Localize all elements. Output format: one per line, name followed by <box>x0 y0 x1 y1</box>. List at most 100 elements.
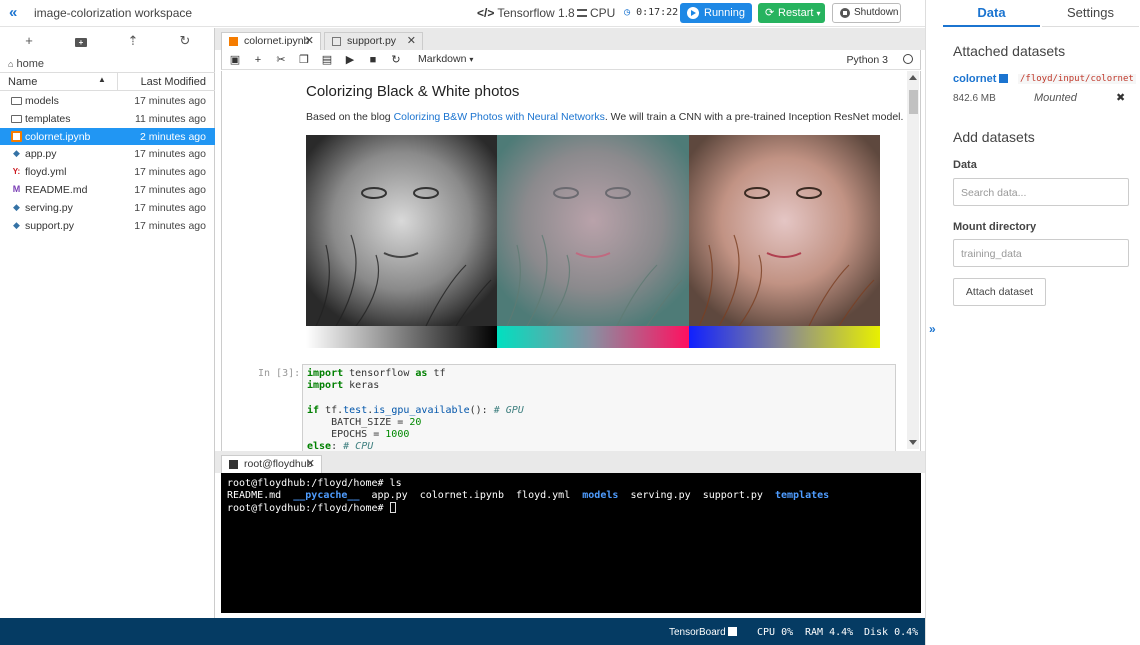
back-chevrons-icon[interactable]: « <box>9 5 27 21</box>
insert-cell-icon[interactable]: + <box>251 53 265 67</box>
status-bar: TensorBoard CPU 0% RAM 4.4% Disk 0.4% <box>0 618 925 645</box>
tab-data[interactable]: Data <box>943 0 1040 27</box>
terminal-file-entry: colornet.ipynb <box>419 489 504 501</box>
tab-settings[interactable]: Settings <box>1042 0 1139 27</box>
data-label: Data <box>953 159 977 171</box>
terminal-file-entry: support.py <box>702 489 763 501</box>
scroll-up-icon[interactable] <box>909 75 917 80</box>
disk-usage: Disk 0.4% <box>864 627 919 638</box>
file-list: models 17 minutes ago templates 11 minutes … <box>0 92 215 234</box>
terminal-icon <box>229 460 238 469</box>
file-row[interactable]: models 17 minutes ago <box>0 92 215 110</box>
close-icon[interactable]: ✕ <box>407 33 416 50</box>
file-list-header: Name ▲ Last Modified <box>0 72 215 91</box>
new-launcher-icon[interactable]: + <box>22 34 36 48</box>
cut-icon[interactable]: ✂ <box>274 53 288 67</box>
file-row[interactable]: ◆ support.py 17 minutes ago <box>0 217 215 235</box>
tab-support-py[interactable]: support.py ✕ <box>324 32 423 50</box>
stop-icon <box>840 8 850 18</box>
terminal-file-entry: serving.py <box>630 489 691 501</box>
file-row[interactable]: ◆ serving.py 17 minutes ago <box>0 199 215 217</box>
interrupt-icon[interactable]: ■ <box>366 53 380 67</box>
notebook-scrollbar[interactable] <box>907 71 919 449</box>
close-icon[interactable]: ✕ <box>306 456 315 473</box>
terminal-file-entry: app.py <box>371 489 408 501</box>
refresh-icon: ⟳ <box>765 7 775 19</box>
terminal-file-entry: README.md <box>227 489 282 501</box>
collapse-panel-toggle[interactable]: » <box>925 0 941 645</box>
attached-datasets-heading: Attached datasets <box>953 43 1066 59</box>
file-modified: 17 minutes ago <box>134 219 206 232</box>
file-modified: 2 minutes ago <box>140 130 206 143</box>
code-token: keras <box>343 380 380 392</box>
data-search-input[interactable]: Search data... <box>953 178 1129 206</box>
terminal-file-entry: floyd.yml <box>516 489 571 501</box>
cell-type-select[interactable]: Markdown ▾ <box>418 53 473 65</box>
tensorboard-link[interactable]: TensorBoard <box>669 627 738 638</box>
code-token: EPOCHS = <box>307 429 386 441</box>
folder-icon <box>11 114 22 123</box>
notebook-toolbar: ▣ + ✂ ❐ ▤ ▶ ■ ↻ Markdown ▾ Python 3 <box>221 50 921 70</box>
running-label: Running <box>704 7 745 19</box>
code-token: if <box>307 404 320 416</box>
dataset-status: Mounted <box>1034 92 1077 104</box>
desc-prefix: Based on the blog <box>306 111 394 123</box>
terminal-output[interactable]: root@floydhub:/floyd/home# ls README.md … <box>221 473 921 613</box>
file-row[interactable]: Y: floyd.yml 17 minutes ago <box>0 163 215 181</box>
save-icon[interactable]: ▣ <box>228 53 242 67</box>
tensorboard-label: TensorBoard <box>669 627 726 638</box>
shutdown-button[interactable]: Shutdown <box>832 3 901 23</box>
remove-dataset-icon[interactable]: ✖ <box>1116 91 1125 104</box>
file-name: support.py <box>25 219 75 232</box>
restart-button[interactable]: ⟳ Restart ▾ <box>758 3 825 23</box>
breadcrumb-home: home <box>16 58 45 70</box>
notebook-icon <box>229 37 238 46</box>
terminal-cursor <box>389 501 396 513</box>
blog-link[interactable]: Colorizing B&W Photos with Neural Networ… <box>394 111 605 123</box>
mount-directory-input[interactable]: training_data <box>953 239 1129 267</box>
attach-dataset-button[interactable]: Attach dataset <box>953 278 1046 306</box>
file-row[interactable]: ◆ app.py 17 minutes ago <box>0 145 215 163</box>
running-button[interactable]: Running <box>680 3 752 23</box>
dataset-size: 842.6 MB <box>953 93 996 104</box>
breadcrumb[interactable]: ⌂ home <box>8 58 44 70</box>
restart-kernel-icon[interactable]: ↻ <box>389 53 403 67</box>
code-cell[interactable]: import tensorflow as tf import keras if … <box>302 364 896 451</box>
file-row[interactable]: templates 11 minutes ago <box>0 110 215 128</box>
external-link-icon <box>728 627 738 636</box>
paste-icon[interactable]: ▤ <box>320 53 334 67</box>
machine-text: CPU <box>590 6 616 20</box>
refresh-icon[interactable]: ↻ <box>178 34 192 48</box>
code-token: import <box>307 380 344 392</box>
code-token: tf <box>427 368 446 379</box>
folder-icon <box>11 97 22 105</box>
column-name[interactable]: Name <box>8 76 37 88</box>
file-row[interactable]: M README.md 17 minutes ago <box>0 181 215 199</box>
tab-colornet-ipynb[interactable]: colornet.ipynb ✕ <box>221 32 321 50</box>
tab-terminal[interactable]: root@floydhub ✕ <box>221 455 322 473</box>
column-last-modified[interactable]: Last Modified <box>141 76 206 88</box>
ram-usage: RAM 4.4% <box>805 627 854 638</box>
file-modified: 17 minutes ago <box>134 95 206 107</box>
file-modified: 11 minutes ago <box>134 112 206 125</box>
scroll-thumb[interactable] <box>909 90 918 114</box>
file-toolbar: + + ⇡ ↻ <box>0 28 214 55</box>
stopwatch-icon: ◷ <box>624 7 631 18</box>
machine-label: CPU <box>577 6 615 20</box>
cpu-usage: CPU 0% <box>757 627 794 638</box>
new-folder-icon[interactable]: + <box>74 34 88 48</box>
file-name: colornet.ipynb <box>25 130 91 143</box>
tab-label: colornet.ipynb <box>244 35 310 47</box>
dataset-link[interactable]: colornet <box>953 73 1009 85</box>
close-icon[interactable]: ✕ <box>305 33 314 50</box>
scroll-down-icon[interactable] <box>909 440 917 445</box>
code-number: 20 <box>409 416 422 428</box>
terminal-ls-output: README.md __pycache__ app.py colornet.ip… <box>227 490 829 501</box>
upload-icon[interactable]: ⇡ <box>126 34 140 48</box>
tab-label: root@floydhub <box>244 458 313 470</box>
file-row[interactable]: colornet.ipynb 2 minutes ago <box>0 127 215 146</box>
run-cell-icon[interactable]: ▶ <box>343 53 357 67</box>
python-icon: ◆ <box>13 219 20 230</box>
copy-icon[interactable]: ❐ <box>297 53 311 67</box>
kernel-name[interactable]: Python 3 <box>847 54 888 66</box>
